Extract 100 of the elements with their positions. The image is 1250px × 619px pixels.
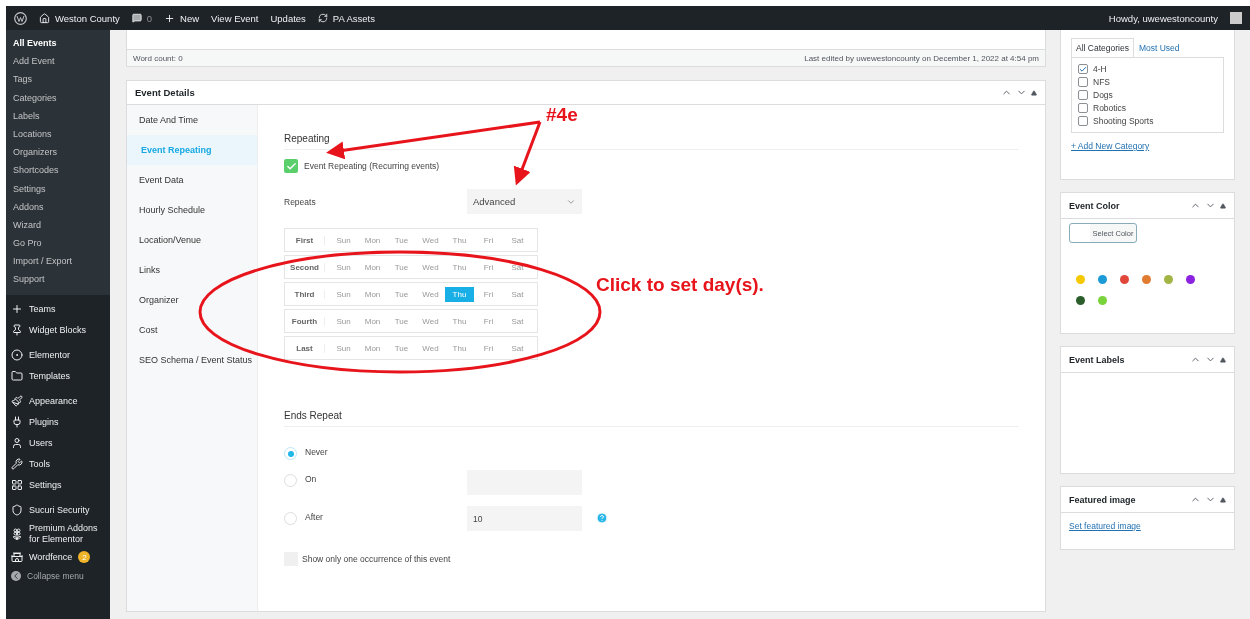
- settings-tab[interactable]: Event Data: [127, 165, 257, 195]
- submenu-item[interactable]: Locations: [6, 124, 110, 144]
- checkbox-label: Show only one occurrence of this event: [302, 554, 451, 564]
- submenu-item[interactable]: Labels: [6, 106, 110, 125]
- submenu-item[interactable]: Import / Export: [6, 252, 110, 271]
- submenu-item[interactable]: Wizard: [6, 215, 110, 235]
- refresh-icon: [317, 13, 328, 23]
- category-checkbox[interactable]: [1078, 103, 1088, 113]
- menu-item[interactable]: Wordfence 2: [6, 546, 110, 568]
- menu-item[interactable]: Teams: [6, 298, 110, 320]
- word-count: Word count: 0: [133, 53, 183, 63]
- option-label: Never: [305, 447, 329, 457]
- menu-item[interactable]: Widget Blocks: [6, 319, 110, 341]
- category-checkbox[interactable]: [1078, 90, 1088, 100]
- comments-link[interactable]: 0: [131, 12, 153, 24]
- repeats-select[interactable]: Advanced: [467, 189, 582, 214]
- option-label: On: [305, 474, 318, 484]
- wordpress-logo-icon[interactable]: [14, 11, 27, 25]
- menu-item[interactable]: Sucuri Security: [6, 499, 110, 521]
- annotation-label: #4e: [546, 104, 578, 126]
- section-title: Repeating: [284, 133, 1019, 150]
- category-label: 4-H: [1093, 64, 1107, 74]
- menu-item[interactable]: Settings: [6, 474, 110, 496]
- menu-item[interactable]: Users: [6, 432, 110, 454]
- help-icon[interactable]: [596, 512, 608, 524]
- submenu-item[interactable]: Settings: [6, 179, 110, 198]
- submenu-item[interactable]: Shortcodes: [6, 161, 110, 180]
- color-swatch[interactable]: [1076, 275, 1085, 284]
- toggle-icon[interactable]: [1220, 356, 1226, 363]
- submenu-item[interactable]: Organizers: [6, 143, 110, 162]
- box-title: Featured image: [1069, 494, 1136, 505]
- user-icon: [11, 437, 23, 450]
- pin-icon: [11, 324, 23, 337]
- menu-item[interactable]: Premium Addons for Elementor: [6, 520, 110, 547]
- submenu-item[interactable]: Tags: [6, 70, 110, 89]
- settings-tab[interactable]: Organizer: [127, 285, 257, 315]
- color-swatch[interactable]: [1120, 275, 1129, 284]
- grid-icon: [11, 479, 23, 492]
- category-checkbox[interactable]: [1078, 64, 1088, 74]
- count-field[interactable]: 10: [467, 506, 582, 531]
- week-label: Third: [285, 289, 325, 299]
- section-title: Ends Repeat: [284, 410, 1019, 427]
- admin-bar-link[interactable]: Updates: [270, 12, 306, 24]
- settings-tab[interactable]: Cost: [127, 315, 257, 345]
- wrench-icon: [11, 458, 23, 471]
- checkbox-label: Event Repeating (Recurring events): [304, 161, 440, 171]
- update-count: 2: [78, 551, 91, 564]
- repeat-checkbox[interactable]: [284, 159, 298, 173]
- category-tab[interactable]: All Categories: [1071, 38, 1134, 57]
- assets-link[interactable]: PA Assets: [317, 12, 375, 24]
- color-swatch[interactable]: [1098, 275, 1107, 284]
- week-label: Fourth: [285, 316, 325, 326]
- site-link[interactable]: Weston County: [39, 12, 120, 24]
- set-image-link[interactable]: Set featured image: [1069, 521, 1226, 531]
- category-label: Robotics: [1093, 103, 1127, 113]
- week-label: Second: [285, 262, 325, 272]
- toggle-icon[interactable]: [1220, 496, 1226, 503]
- submenu-item[interactable]: Categories: [6, 88, 110, 107]
- menu-item[interactable]: Appearance: [6, 390, 110, 412]
- color-swatch[interactable]: [1098, 296, 1107, 305]
- color-swatch[interactable]: [1186, 275, 1195, 284]
- comment-icon: [131, 13, 142, 23]
- category-checkbox[interactable]: [1078, 116, 1088, 126]
- settings-tab[interactable]: SEO Schema / Event Status: [127, 345, 257, 375]
- color-swatch[interactable]: [1164, 275, 1173, 284]
- submenu-item[interactable]: Add Event: [6, 52, 110, 71]
- category-checkbox[interactable]: [1078, 77, 1088, 87]
- submenu-item[interactable]: Support: [6, 270, 110, 289]
- settings-tab[interactable]: Hourly Schedule: [127, 195, 257, 225]
- brush-icon: [11, 395, 23, 408]
- greeting[interactable]: Howdy, uwewestoncounty: [1108, 12, 1218, 24]
- new-link[interactable]: New: [164, 12, 200, 24]
- week-label: First: [285, 235, 325, 245]
- category-label: NFS: [1093, 77, 1110, 87]
- panel-title: Event Details: [135, 87, 195, 98]
- settings-tab[interactable]: Location/Venue: [127, 225, 257, 255]
- color-swatch[interactable]: [1142, 275, 1151, 284]
- menu-item[interactable]: Tools: [6, 453, 110, 475]
- submenu-item[interactable]: All Events: [6, 34, 110, 53]
- shield-icon: [11, 504, 23, 517]
- toggle-icon[interactable]: [1220, 202, 1226, 209]
- collapse-icon: [11, 570, 21, 581]
- settings-tab[interactable]: Links: [127, 255, 257, 285]
- box-title: Event Labels: [1069, 354, 1125, 365]
- submenu-item[interactable]: Addons: [6, 197, 110, 216]
- annotation-label: Click to set day(s).: [596, 274, 764, 296]
- menu-item[interactable]: Plugins: [6, 411, 110, 433]
- option-label: After: [305, 512, 324, 522]
- folder-icon: [11, 370, 23, 383]
- menu-item[interactable]: Templates: [6, 365, 110, 387]
- plus-icon: [164, 12, 176, 24]
- add-category-link[interactable]: + Add New Category: [1071, 141, 1224, 151]
- submenu-item[interactable]: Go Pro: [6, 234, 110, 253]
- collapse-menu-button[interactable]: Collapse menu: [6, 567, 110, 584]
- settings-tab[interactable]: Date And Time: [127, 105, 257, 135]
- toggle-icon[interactable]: [1031, 89, 1037, 96]
- menu-item[interactable]: Elementor: [6, 344, 110, 366]
- admin-bar-link[interactable]: View Event: [211, 12, 259, 24]
- color-swatch[interactable]: [1076, 296, 1085, 305]
- category-label: Dogs: [1093, 90, 1113, 100]
